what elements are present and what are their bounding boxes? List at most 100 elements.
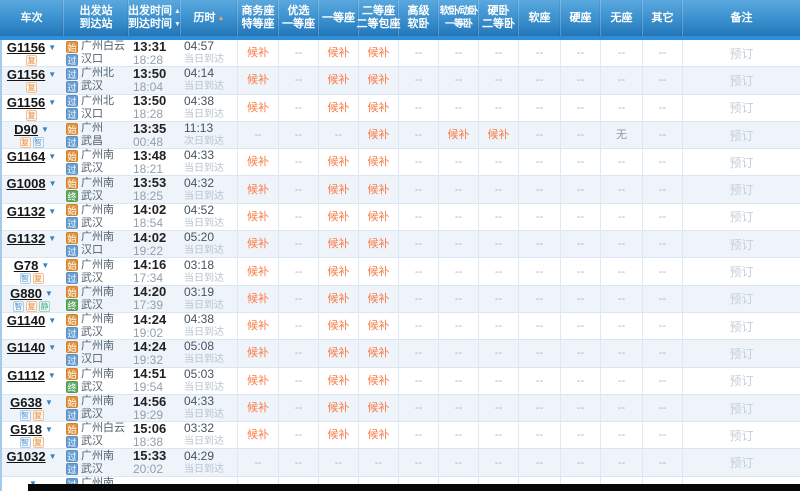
sort-asc-icon[interactable]: ▲: [218, 12, 225, 25]
chevron-down-icon[interactable]: ▼: [41, 125, 49, 134]
waitlist-button[interactable]: 候补: [368, 375, 390, 387]
waitlist-button[interactable]: 候补: [247, 293, 269, 305]
book-button[interactable]: 预订: [729, 290, 753, 307]
chevron-down-icon[interactable]: ▼: [48, 43, 56, 52]
train-number-link[interactable]: G1140: [7, 341, 45, 354]
waitlist-button[interactable]: 候补: [328, 347, 350, 359]
chevron-down-icon[interactable]: ▼: [48, 98, 56, 107]
waitlist-button[interactable]: 候补: [368, 102, 390, 114]
book-button[interactable]: 预订: [729, 208, 753, 225]
waitlist-button[interactable]: 候补: [368, 293, 390, 305]
waitlist-button[interactable]: 候补: [328, 156, 350, 168]
book-button[interactable]: 预订: [729, 236, 753, 253]
seat-cell-hard-sleeper: --: [478, 40, 518, 66]
train-number-link[interactable]: G1008: [7, 177, 46, 190]
waitlist-button[interactable]: 候补: [247, 47, 269, 59]
book-button[interactable]: 预订: [729, 99, 753, 116]
col-header-duration[interactable]: 历时▲: [180, 0, 237, 36]
chevron-down-icon[interactable]: ▼: [45, 398, 53, 407]
waitlist-button[interactable]: 候补: [368, 347, 390, 359]
book-button[interactable]: 预订: [729, 72, 753, 89]
train-number-link[interactable]: G638: [10, 396, 42, 409]
book-button[interactable]: 预订: [729, 454, 753, 471]
waitlist-button[interactable]: 候补: [368, 129, 390, 141]
unavailable-dash: --: [295, 429, 302, 441]
chevron-down-icon[interactable]: ▼: [48, 343, 56, 352]
book-button[interactable]: 预订: [729, 400, 753, 417]
train-number-link[interactable]: G880: [10, 287, 42, 300]
book-button[interactable]: 预订: [729, 427, 753, 444]
waitlist-button[interactable]: 候补: [368, 211, 390, 223]
waitlist-button[interactable]: 候补: [328, 429, 350, 441]
waitlist-button[interactable]: 候补: [328, 47, 350, 59]
waitlist-button[interactable]: 候补: [247, 429, 269, 441]
waitlist-button[interactable]: 候补: [368, 402, 390, 414]
waitlist-button[interactable]: 候补: [368, 74, 390, 86]
waitlist-button[interactable]: 候补: [368, 156, 390, 168]
book-button[interactable]: 预订: [729, 263, 753, 280]
waitlist-button[interactable]: 候补: [368, 238, 390, 250]
waitlist-button[interactable]: 候补: [328, 293, 350, 305]
book-button[interactable]: 预订: [729, 345, 753, 362]
waitlist-button[interactable]: 候补: [368, 320, 390, 332]
waitlist-button[interactable]: 候补: [247, 102, 269, 114]
waitlist-button[interactable]: 候补: [368, 266, 390, 278]
waitlist-button[interactable]: 候补: [247, 266, 269, 278]
waitlist-button[interactable]: 候补: [247, 74, 269, 86]
waitlist-button[interactable]: 候补: [328, 184, 350, 196]
train-number-link[interactable]: D90: [14, 123, 38, 136]
waitlist-button[interactable]: 候补: [247, 156, 269, 168]
train-number-link[interactable]: G78: [14, 259, 39, 272]
chevron-down-icon[interactable]: ▼: [48, 152, 56, 161]
book-button[interactable]: 预订: [729, 318, 753, 335]
waitlist-button[interactable]: 候补: [328, 375, 350, 387]
chevron-down-icon[interactable]: ▼: [48, 316, 56, 325]
waitlist-button[interactable]: 候补: [247, 184, 269, 196]
waitlist-button[interactable]: 候补: [247, 320, 269, 332]
train-number-link[interactable]: G1156: [7, 96, 45, 109]
train-number-link[interactable]: G1112: [7, 369, 45, 382]
waitlist-button[interactable]: 候补: [368, 184, 390, 196]
chevron-down-icon[interactable]: ▼: [48, 207, 56, 216]
waitlist-button[interactable]: 候补: [247, 375, 269, 387]
train-number-link[interactable]: G1140: [7, 314, 45, 327]
waitlist-button[interactable]: 候补: [328, 266, 350, 278]
waitlist-button[interactable]: 候补: [247, 211, 269, 223]
chevron-down-icon[interactable]: ▼: [49, 452, 57, 461]
chevron-down-icon[interactable]: ▼: [41, 261, 49, 270]
book-button[interactable]: 预订: [729, 181, 753, 198]
train-number-link[interactable]: G518: [10, 423, 42, 436]
waitlist-button[interactable]: 候补: [328, 74, 350, 86]
train-number-link[interactable]: G1156: [7, 68, 45, 81]
waitlist-button[interactable]: 候补: [328, 320, 350, 332]
chevron-down-icon[interactable]: ▼: [48, 371, 56, 380]
waitlist-button[interactable]: 候补: [488, 129, 510, 141]
chevron-down-icon[interactable]: ▼: [48, 70, 56, 79]
waitlist-button[interactable]: 候补: [328, 102, 350, 114]
waitlist-button[interactable]: 候补: [368, 429, 390, 441]
waitlist-button[interactable]: 候补: [328, 402, 350, 414]
waitlist-button[interactable]: 候补: [448, 129, 470, 141]
seat-cell-deluxe-sleeper: --: [398, 176, 438, 202]
book-button[interactable]: 预订: [729, 127, 753, 144]
book-button[interactable]: 预订: [729, 154, 753, 171]
train-number-link[interactable]: G1032: [7, 450, 46, 463]
waitlist-button[interactable]: 候补: [247, 238, 269, 250]
chevron-down-icon[interactable]: ▼: [45, 425, 53, 434]
waitlist-button[interactable]: 候补: [247, 347, 269, 359]
pass-station-icon: 过: [66, 217, 78, 229]
book-button[interactable]: 预订: [729, 372, 753, 389]
waitlist-button[interactable]: 候补: [328, 211, 350, 223]
col-header-times[interactable]: 出发时间▲到达时间▼: [128, 0, 180, 36]
chevron-down-icon[interactable]: ▼: [48, 234, 56, 243]
chevron-down-icon[interactable]: ▼: [45, 289, 53, 298]
waitlist-button[interactable]: 候补: [368, 47, 390, 59]
train-number-link[interactable]: G1132: [7, 232, 45, 245]
waitlist-button[interactable]: 候补: [247, 402, 269, 414]
chevron-down-icon[interactable]: ▼: [49, 179, 57, 188]
train-number-link[interactable]: G1164: [7, 150, 45, 163]
waitlist-button[interactable]: 候补: [328, 238, 350, 250]
train-number-link[interactable]: G1132: [7, 205, 45, 218]
book-button[interactable]: 预订: [729, 45, 753, 62]
train-number-link[interactable]: G1156: [7, 41, 45, 54]
